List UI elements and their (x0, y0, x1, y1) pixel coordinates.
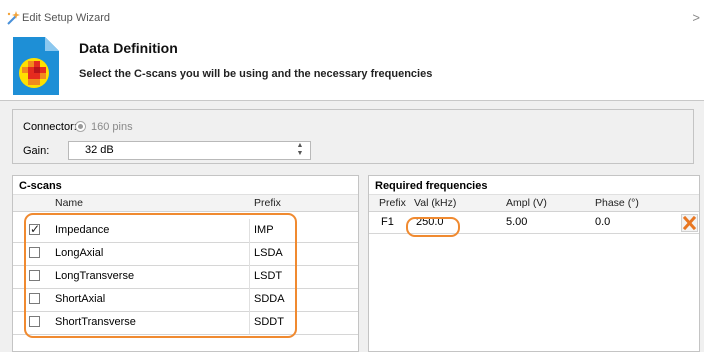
frequency-phase-cell[interactable]: 0.0 (595, 216, 610, 228)
connector-label: Connector: (23, 121, 77, 133)
settings-group: Connector: 160 pins Gain: 32 dB ▲ ▼ (12, 109, 694, 164)
frequencies-table-header: Prefix Val (kHz) Ampl (V) Phase (°) (369, 194, 699, 212)
value-highlight-box (406, 217, 460, 237)
gain-spinbox[interactable]: 32 dB ▲ ▼ (68, 141, 311, 160)
cscans-table-header: Name Prefix (13, 194, 358, 212)
window-title: Edit Setup Wizard (22, 12, 111, 24)
close-icon[interactable]: > (692, 10, 700, 25)
cscans-title: C-scans (19, 180, 62, 192)
frequency-prefix: F1 (381, 216, 394, 228)
column-header-phase[interactable]: Phase (°) (595, 197, 639, 209)
cscans-panel: C-scans Name Prefix Impedance IMP LongAx… (12, 175, 359, 352)
delete-row-button[interactable] (681, 214, 698, 232)
wizard-wand-icon (7, 11, 20, 25)
page-subtitle: Select the C-scans you will be using and… (79, 68, 433, 80)
frequencies-title: Required frequencies (375, 180, 488, 192)
window-top-edge (0, 0, 704, 8)
data-definition-icon (13, 37, 59, 95)
page-title: Data Definition (79, 40, 178, 56)
gain-label: Gain: (23, 145, 50, 157)
column-header-prefix[interactable]: Prefix (254, 197, 281, 209)
required-frequencies-panel: Required frequencies Prefix Val (kHz) Am… (368, 175, 700, 352)
rows-highlight-box (24, 213, 297, 338)
delete-x-icon (682, 215, 697, 231)
column-header-val[interactable]: Val (kHz) (414, 197, 456, 209)
column-header-name[interactable]: Name (55, 197, 83, 209)
spin-arrows-icon[interactable]: ▲ ▼ (296, 142, 304, 158)
column-header-prefix[interactable]: Prefix (379, 197, 406, 209)
title-bar: Edit Setup Wizard > (0, 8, 704, 32)
wizard-header: Data Definition Select the C-scans you w… (0, 32, 704, 101)
connector-option-label: 160 pins (91, 121, 133, 133)
frequency-ampl-cell[interactable]: 5.00 (506, 216, 527, 228)
column-header-ampl[interactable]: Ampl (V) (506, 197, 547, 209)
gain-value: 32 dB (85, 144, 114, 156)
connector-radio[interactable] (75, 121, 86, 132)
